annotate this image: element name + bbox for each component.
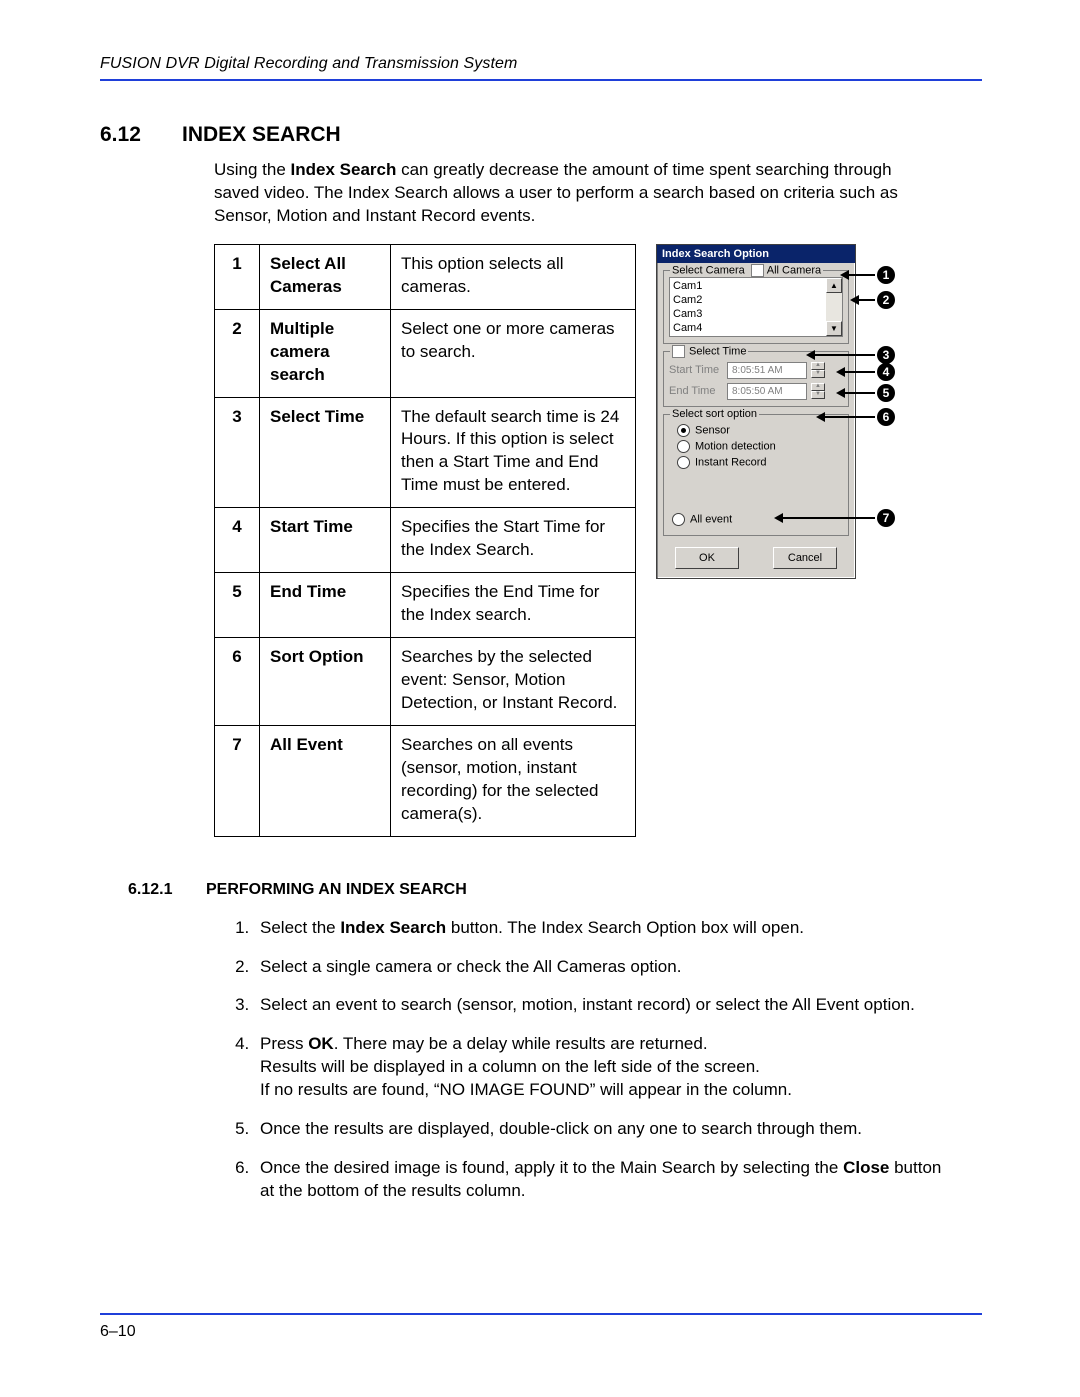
page-footer: 6–10 (100, 1313, 982, 1341)
callout-5-icon: 5 (877, 384, 895, 402)
start-time-label: Start Time (669, 364, 723, 376)
start-time-field[interactable]: 8:05:51 AM (727, 362, 807, 379)
ok-button[interactable]: OK (675, 547, 739, 569)
page-number: 6–10 (100, 1323, 136, 1340)
list-item: Press OK. There may be a delay while res… (254, 1033, 954, 1102)
end-time-label: End Time (669, 385, 723, 397)
table-row: 5End TimeSpecifies the End Time for the … (215, 573, 636, 638)
all-camera-checkbox[interactable] (751, 264, 764, 277)
section-number: 6.12 (100, 123, 182, 147)
listbox-scrollbar[interactable]: ▲ ▼ (826, 278, 842, 336)
callout-4-icon: 4 (877, 363, 895, 381)
document-page: FUSION DVR Digital Recording and Transmi… (0, 0, 1080, 1397)
section-title: INDEX SEARCH (182, 123, 341, 146)
table-row: 1Select All CamerasThis option selects a… (215, 244, 636, 309)
dialog-title: Index Search Option (657, 245, 855, 263)
scroll-down-icon[interactable]: ▼ (826, 321, 842, 336)
intro-paragraph: Using the Index Search can greatly decre… (214, 159, 914, 228)
camera-listbox[interactable]: Cam1 Cam2 Cam3 Cam4 ▲ ▼ (669, 277, 843, 337)
radio-instant[interactable] (677, 456, 690, 469)
table-row: 2Multiple camera searchSelect one or mor… (215, 309, 636, 397)
list-item: Select the Index Search button. The Inde… (254, 917, 954, 940)
radio-sensor[interactable] (677, 424, 690, 437)
list-item: Select an event to search (sensor, motio… (254, 994, 954, 1017)
list-item[interactable]: Cam1 (673, 279, 826, 293)
list-item[interactable]: Cam4 (673, 321, 826, 335)
callout-2-icon: 2 (877, 291, 895, 309)
radio-all-event[interactable] (672, 513, 685, 526)
select-camera-fieldset: Select CameraAll Camera Cam1 Cam2 Cam3 C… (663, 270, 849, 344)
callout-7-icon: 7 (877, 509, 895, 527)
sort-option-label: Select sort option (670, 408, 759, 420)
table-row: 6Sort OptionSearches by the selected eve… (215, 638, 636, 726)
dialog-figure: Index Search Option Select CameraAll Cam… (656, 244, 900, 579)
legend-table: 1Select All CamerasThis option selects a… (214, 244, 636, 837)
running-header: FUSION DVR Digital Recording and Transmi… (100, 55, 982, 81)
table-row: 3Select TimeThe default search time is 2… (215, 397, 636, 508)
start-time-spinner[interactable]: ▲▼ (811, 362, 825, 378)
subsection-number: 6.12.1 (128, 881, 206, 899)
callout-3-icon: 3 (877, 346, 895, 364)
list-item: Select a single camera or check the All … (254, 956, 954, 979)
table-row: 4Start TimeSpecifies the Start Time for … (215, 508, 636, 573)
select-time-checkbox[interactable] (672, 345, 685, 358)
radio-motion[interactable] (677, 440, 690, 453)
select-camera-label: Select Camera (672, 264, 745, 276)
end-time-spinner[interactable]: ▲▼ (811, 383, 825, 399)
section-heading: 6.12INDEX SEARCH (100, 123, 982, 147)
all-camera-label: All Camera (767, 264, 821, 276)
cancel-button[interactable]: Cancel (773, 547, 837, 569)
list-item: Once the desired image is found, apply i… (254, 1157, 954, 1203)
list-item: Once the results are displayed, double-c… (254, 1118, 954, 1141)
select-time-label: Select Time (689, 345, 746, 357)
subsection-title: PERFORMING AN INDEX SEARCH (206, 881, 467, 898)
callout-1-icon: 1 (877, 266, 895, 284)
callout-6-icon: 6 (877, 408, 895, 426)
list-item[interactable]: Cam2 (673, 293, 826, 307)
list-item[interactable]: Cam3 (673, 307, 826, 321)
steps-list: Select the Index Search button. The Inde… (214, 917, 954, 1203)
end-time-field[interactable]: 8:05:50 AM (727, 383, 807, 400)
subsection-heading: 6.12.1PERFORMING AN INDEX SEARCH (128, 881, 982, 899)
all-event-label: All event (690, 513, 732, 525)
table-row: 7All EventSearches on all events (sensor… (215, 725, 636, 836)
